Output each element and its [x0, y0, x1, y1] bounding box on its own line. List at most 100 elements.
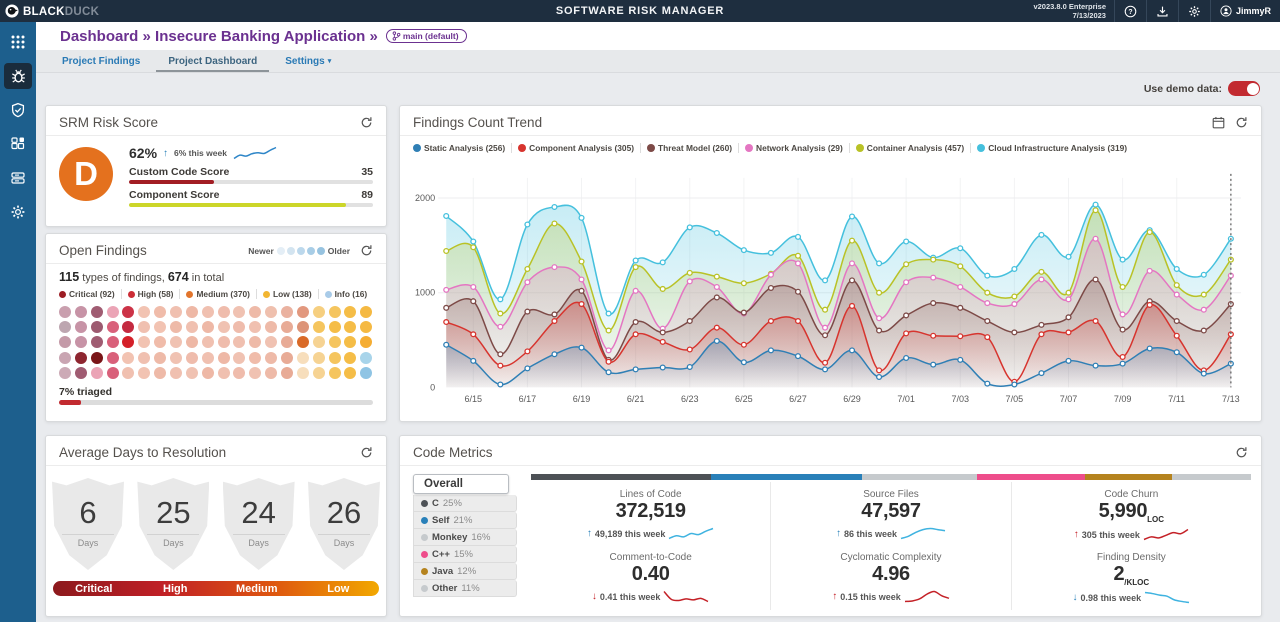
sidebar-item-shield-check[interactable] [4, 97, 32, 123]
finding-dot[interactable] [170, 306, 182, 318]
language-row-monkey[interactable]: Monkey16% [413, 529, 517, 546]
finding-dot[interactable] [107, 352, 119, 364]
finding-dot[interactable] [59, 352, 71, 364]
branch-selector[interactable]: main (default) [386, 29, 467, 43]
finding-dot[interactable] [154, 367, 166, 379]
finding-dot[interactable] [138, 336, 150, 348]
finding-dot[interactable] [218, 336, 230, 348]
finding-dot[interactable] [281, 336, 293, 348]
finding-dot[interactable] [249, 367, 261, 379]
finding-dot[interactable] [138, 321, 150, 333]
refresh-button[interactable] [360, 116, 373, 129]
finding-dot[interactable] [329, 352, 341, 364]
finding-dot[interactable] [297, 336, 309, 348]
finding-dot[interactable] [344, 352, 356, 364]
settings-button[interactable] [1178, 0, 1210, 22]
demo-data-toggle[interactable] [1228, 81, 1260, 96]
finding-dot[interactable] [297, 306, 309, 318]
finding-dot[interactable] [154, 336, 166, 348]
sidebar-item-apps[interactable] [4, 29, 32, 55]
finding-dot[interactable] [170, 321, 182, 333]
finding-dot[interactable] [218, 321, 230, 333]
finding-dot[interactable] [138, 352, 150, 364]
finding-dot[interactable] [154, 352, 166, 364]
refresh-button[interactable] [1235, 446, 1248, 459]
legend-item[interactable]: Info (16) [325, 289, 368, 299]
finding-dot[interactable] [91, 306, 103, 318]
finding-dot[interactable] [233, 336, 245, 348]
sidebar-item-gear[interactable] [4, 199, 32, 225]
finding-dot[interactable] [297, 367, 309, 379]
finding-dot[interactable] [265, 367, 277, 379]
finding-dot[interactable] [265, 321, 277, 333]
trend-legend-item[interactable]: Container Analysis (457) [856, 143, 964, 153]
finding-dot[interactable] [186, 321, 198, 333]
finding-dot[interactable] [107, 321, 119, 333]
language-row-other[interactable]: Other11% [413, 580, 517, 597]
date-range-button[interactable] [1212, 116, 1225, 129]
finding-dot[interactable] [297, 321, 309, 333]
finding-dot[interactable] [122, 367, 134, 379]
finding-dot[interactable] [265, 352, 277, 364]
finding-dot[interactable] [91, 352, 103, 364]
finding-dot[interactable] [329, 336, 341, 348]
trend-legend-item[interactable]: Component Analysis (305) [518, 143, 634, 153]
finding-dot[interactable] [170, 336, 182, 348]
finding-dot[interactable] [170, 367, 182, 379]
finding-dot[interactable] [107, 336, 119, 348]
finding-dot[interactable] [281, 352, 293, 364]
refresh-button[interactable] [360, 446, 373, 459]
finding-dot[interactable] [138, 306, 150, 318]
finding-dot[interactable] [202, 352, 214, 364]
legend-item[interactable]: Medium (370) [186, 289, 250, 299]
finding-dot[interactable] [344, 306, 356, 318]
finding-dot[interactable] [75, 336, 87, 348]
tab-project-dashboard[interactable]: Project Dashboard [168, 50, 257, 72]
finding-dot[interactable] [344, 367, 356, 379]
finding-dot[interactable] [233, 306, 245, 318]
finding-dot[interactable] [218, 367, 230, 379]
finding-dot[interactable] [281, 367, 293, 379]
finding-dot[interactable] [281, 306, 293, 318]
finding-dot[interactable] [313, 367, 325, 379]
refresh-button[interactable] [1235, 116, 1248, 129]
finding-dot[interactable] [265, 336, 277, 348]
trend-chart[interactable]: 0100020006/156/176/196/216/236/256/276/2… [408, 168, 1253, 417]
finding-dot[interactable] [265, 306, 277, 318]
legend-item[interactable]: High (58) [128, 289, 174, 299]
finding-dot[interactable] [91, 367, 103, 379]
finding-dot[interactable] [344, 321, 356, 333]
finding-dot[interactable] [186, 336, 198, 348]
finding-dot[interactable] [154, 306, 166, 318]
finding-dot[interactable] [122, 336, 134, 348]
finding-dot[interactable] [59, 336, 71, 348]
finding-dot[interactable] [202, 321, 214, 333]
finding-dot[interactable] [75, 367, 87, 379]
finding-dot[interactable] [202, 336, 214, 348]
finding-dot[interactable] [249, 352, 261, 364]
finding-dot[interactable] [122, 306, 134, 318]
finding-dot[interactable] [59, 367, 71, 379]
finding-dot[interactable] [122, 321, 134, 333]
finding-dot[interactable] [218, 352, 230, 364]
finding-dot[interactable] [107, 367, 119, 379]
finding-dot[interactable] [202, 306, 214, 318]
trend-legend-item[interactable]: Threat Model (260) [647, 143, 732, 153]
finding-dot[interactable] [313, 306, 325, 318]
finding-dot[interactable] [218, 306, 230, 318]
finding-dot[interactable] [91, 321, 103, 333]
finding-dot[interactable] [249, 321, 261, 333]
finding-dot[interactable] [329, 321, 341, 333]
user-menu[interactable]: JimmyR [1210, 0, 1280, 22]
download-button[interactable] [1146, 0, 1178, 22]
finding-dot[interactable] [281, 321, 293, 333]
finding-dot[interactable] [107, 306, 119, 318]
trend-legend-item[interactable]: Static Analysis (256) [413, 143, 505, 153]
tab-project-findings[interactable]: Project Findings [62, 50, 140, 72]
finding-dot[interactable] [91, 336, 103, 348]
finding-dot[interactable] [360, 321, 372, 333]
legend-item[interactable]: Critical (92) [59, 289, 115, 299]
finding-dot[interactable] [75, 352, 87, 364]
finding-dot[interactable] [138, 367, 150, 379]
sidebar-item-bug[interactable] [4, 63, 32, 89]
